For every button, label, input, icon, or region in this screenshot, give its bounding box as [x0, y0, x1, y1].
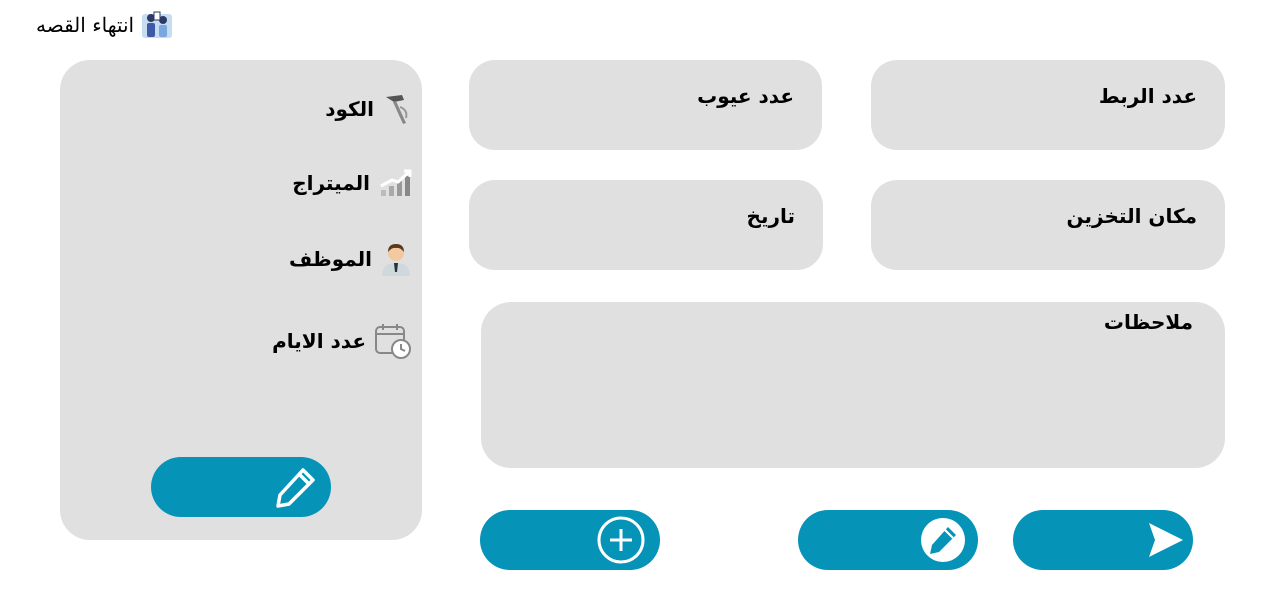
team-icon: [142, 11, 173, 38]
edit-circle-icon: [921, 518, 965, 562]
window-title: انتهاء القصه: [36, 8, 174, 42]
barcode-scanner-icon: [386, 95, 408, 124]
plus-circle-icon: [597, 516, 645, 564]
send-button[interactable]: [1013, 510, 1193, 570]
meterage-label: الميتراج: [292, 171, 370, 195]
employee-label: الموظف: [289, 247, 372, 271]
days-count-item: عدد الايام: [272, 322, 412, 360]
storage-location-field[interactable]: مكان التخزين: [871, 180, 1225, 270]
meterage-item: الميتراج: [292, 168, 412, 198]
defects-count-field[interactable]: عدد عيوب: [469, 60, 822, 150]
notes-field[interactable]: ملاحظات: [481, 302, 1225, 468]
edit-button[interactable]: [798, 510, 978, 570]
storage-location-label: مكان التخزين: [1066, 204, 1197, 228]
binding-count-label: عدد الربط: [1098, 84, 1197, 108]
send-icon: [1149, 523, 1183, 557]
employee-item: الموظف: [289, 242, 412, 276]
code-item: الكود: [325, 92, 412, 126]
date-label: تاريخ: [746, 204, 795, 228]
date-field[interactable]: تاريخ: [469, 180, 823, 270]
pencil-icon: [276, 468, 315, 508]
notes-label: ملاحظات: [1103, 310, 1193, 334]
defects-count-label: عدد عيوب: [697, 84, 794, 108]
details-panel: الكود الميتراج الموظف عدد الايام: [60, 60, 422, 540]
code-label: الكود: [325, 97, 374, 121]
calendar-clock-icon: [375, 324, 411, 359]
growth-chart-icon: [380, 169, 412, 196]
add-button[interactable]: [480, 510, 660, 570]
edit-details-button[interactable]: [151, 457, 331, 517]
days-count-label: عدد الايام: [272, 329, 366, 353]
binding-count-field[interactable]: عدد الربط: [871, 60, 1225, 150]
page-title: انتهاء القصه: [36, 13, 135, 37]
employee-avatar-icon: [382, 244, 410, 276]
